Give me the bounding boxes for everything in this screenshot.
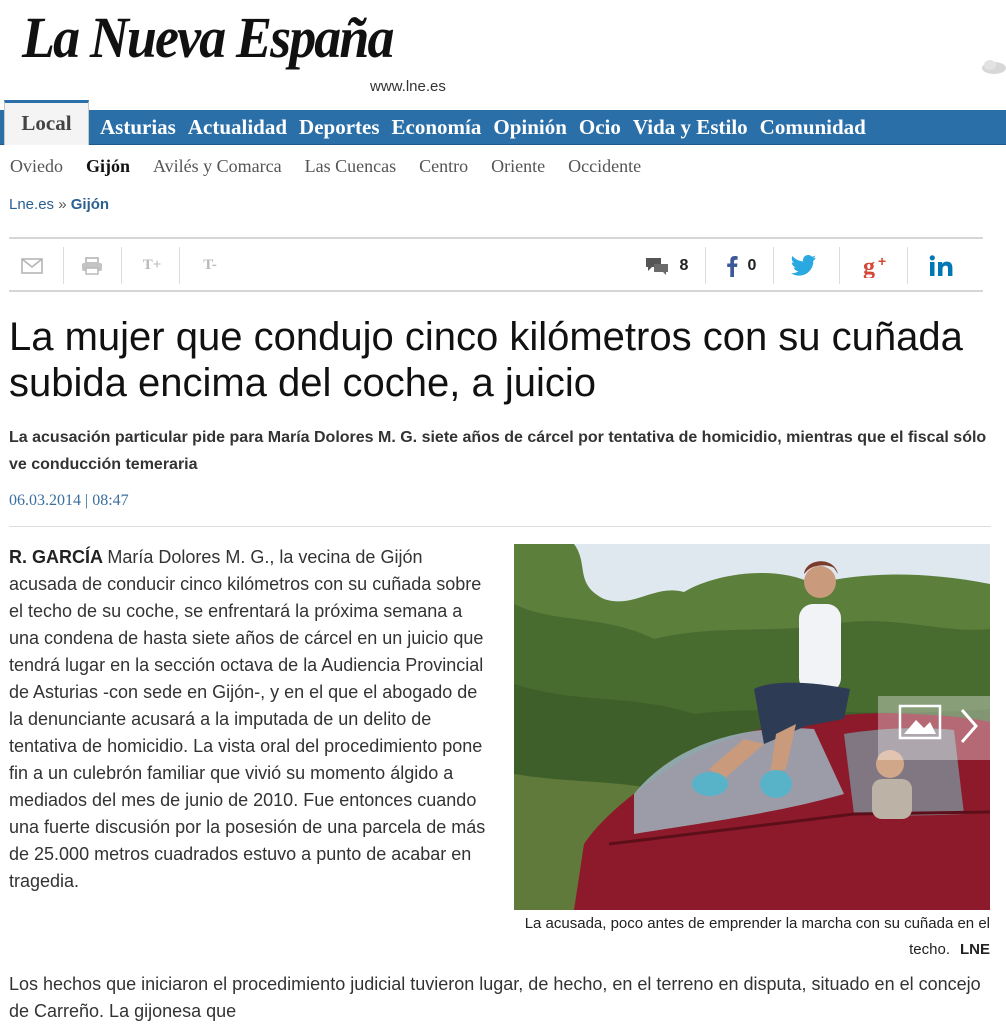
comments-button[interactable]: 8 — [639, 247, 693, 284]
sub-navigation: Oviedo Gijón Avilés y Comarca Las Cuenca… — [0, 146, 1006, 186]
article-headline: La mujer que condujo cinco kilómetros co… — [9, 315, 963, 405]
nav-item-vida-y-estilo[interactable]: Vida y Estilo — [627, 115, 754, 140]
main-nav-links: Asturias Actualidad Deportes Economía Op… — [94, 110, 872, 145]
article-subtitle: La acusación particular pide para María … — [9, 429, 987, 473]
nav-item-deportes[interactable]: Deportes — [293, 115, 385, 140]
weather-icon[interactable] — [980, 56, 1006, 76]
breadcrumb: Lne.es » Gijón — [9, 196, 109, 213]
photo-gallery-button[interactable] — [878, 696, 990, 760]
main-navigation: Local Asturias Actualidad Deportes Econo… — [0, 100, 1006, 145]
svg-text:+: + — [878, 254, 886, 269]
photo-credit: LNE — [960, 941, 990, 958]
article-author: R. GARCÍA — [9, 547, 108, 567]
photo-caption-text: La acusada, poco antes de emprender la m… — [524, 915, 990, 958]
nav-item-asturias[interactable]: Asturias — [94, 115, 182, 140]
subnav-item-aviles[interactable]: Avilés y Comarca — [143, 156, 295, 177]
nav-item-economia[interactable]: Economía — [386, 115, 488, 140]
email-icon — [21, 257, 43, 274]
photo-caption: La acusada, poco antes de emprender la m… — [514, 911, 990, 963]
subnav-item-las-cuencas[interactable]: Las Cuencas — [295, 156, 409, 177]
google-plus-icon: g + — [863, 254, 886, 278]
twitter-share-button[interactable] — [789, 247, 819, 284]
google-plus-share-button[interactable]: g + — [859, 247, 893, 284]
facebook-count: 0 — [747, 256, 757, 274]
facebook-share-button[interactable]: 0 — [721, 247, 761, 284]
toolbar-divider — [63, 247, 64, 284]
toolbar-divider — [907, 247, 908, 284]
article-paragraph-2: Los hechos que iniciaron el procedimient… — [9, 974, 981, 1021]
breadcrumb-home[interactable]: Lne.es — [9, 196, 54, 213]
article-paragraph-text: María Dolores M. G., la vecina de Gijón … — [9, 547, 486, 891]
subnav-item-oviedo[interactable]: Oviedo — [0, 156, 76, 177]
breadcrumb-current[interactable]: Gijón — [71, 196, 109, 213]
article-photo[interactable] — [514, 544, 990, 910]
masthead: La Nueva España www.lne.es — [0, 0, 1006, 100]
comments-count: 8 — [679, 256, 689, 274]
tab-local[interactable]: Local — [4, 100, 89, 145]
subnav-item-centro[interactable]: Centro — [409, 156, 481, 177]
divider — [9, 526, 991, 527]
toolbar-divider — [705, 247, 706, 284]
breadcrumb-separator: » — [58, 196, 67, 213]
site-logo[interactable]: La Nueva España — [22, 4, 395, 71]
nav-item-ocio[interactable]: Ocio — [573, 115, 627, 140]
font-decrease-button[interactable]: T- — [195, 247, 225, 284]
toolbar-divider — [773, 247, 774, 284]
subnav-item-occidente[interactable]: Occidente — [558, 156, 654, 177]
email-button[interactable] — [19, 247, 45, 284]
comments-icon — [645, 257, 668, 275]
twitter-icon — [791, 255, 816, 276]
nav-item-opinion[interactable]: Opinión — [487, 115, 573, 140]
linkedin-icon — [929, 254, 953, 276]
toolbar-divider — [179, 247, 180, 284]
site-url[interactable]: www.lne.es — [370, 78, 446, 95]
nav-item-comunidad[interactable]: Comunidad — [754, 115, 872, 140]
linkedin-share-button[interactable] — [927, 247, 957, 284]
toolbar-divider — [121, 247, 122, 284]
print-icon — [82, 256, 102, 275]
subnav-item-oriente[interactable]: Oriente — [481, 156, 558, 177]
font-increase-button[interactable]: T+ — [137, 247, 167, 284]
toolbar-divider — [839, 247, 840, 284]
print-button[interactable] — [79, 247, 105, 284]
facebook-icon — [726, 255, 738, 277]
gallery-icon — [898, 704, 978, 743]
article-toolbar: T+ T- 8 0 g + — [9, 237, 983, 292]
svg-text:g: g — [863, 254, 875, 278]
subnav-item-gijon[interactable]: Gijón — [76, 156, 143, 177]
nav-item-actualidad[interactable]: Actualidad — [182, 115, 293, 140]
article-date: 06.03.2014 | 08:47 — [9, 492, 129, 509]
article-paragraph: R. GARCÍA María Dolores M. G., la vecina… — [9, 544, 495, 895]
